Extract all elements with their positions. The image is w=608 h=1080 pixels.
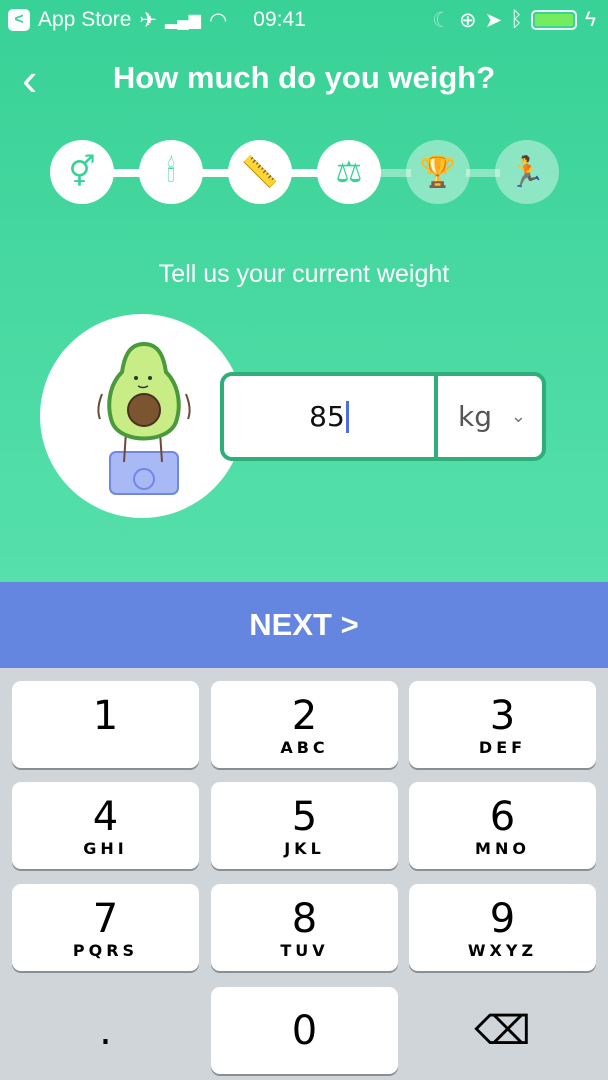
key-digit: 4 xyxy=(92,793,119,840)
rotation-lock-icon: ⊕ xyxy=(459,8,477,32)
chevron-down-icon: ⌄ xyxy=(510,406,526,427)
status-left: < App Store ✈ ▂▄▆ ◠ 09:41 xyxy=(8,6,306,34)
subtitle: Tell us your current weight xyxy=(158,260,450,288)
gender-icon: ⚥ xyxy=(50,140,114,204)
scale-icon: ⚖ xyxy=(317,140,381,204)
key-digit: 9 xyxy=(489,895,516,942)
backspace-key[interactable]: ⌫ xyxy=(409,987,596,1074)
key-letters: ABC xyxy=(280,737,329,757)
ruler-icon: 📏 xyxy=(228,140,292,204)
key-8[interactable]: 8 TUV xyxy=(211,884,398,971)
weight-input-group: 85 kg ⌄ xyxy=(220,372,546,461)
charging-icon: ϟ xyxy=(584,8,596,31)
key-digit: . xyxy=(99,1007,112,1054)
key-digit: 7 xyxy=(92,895,119,942)
status-right: ☾ ⊕ ➤ ᛒ ϟ xyxy=(432,6,596,34)
key-letters: JKL xyxy=(284,838,325,858)
bluetooth-icon: ᛒ xyxy=(510,8,523,31)
key-letters: MNO xyxy=(475,838,530,858)
airplane-icon: ✈ xyxy=(139,8,158,32)
key-letters: GHI xyxy=(83,838,128,858)
running-icon: 🏃 xyxy=(495,140,559,204)
key-5[interactable]: 5 JKL xyxy=(211,782,398,869)
key-7[interactable]: 7 PQRS xyxy=(12,884,199,971)
key-4[interactable]: 4 GHI xyxy=(12,782,199,869)
trophy-icon: 🏆 xyxy=(406,140,470,204)
key-letters: WXYZ xyxy=(467,940,538,960)
backspace-icon: ⌫ xyxy=(474,1007,531,1054)
key-digit: 0 xyxy=(291,1007,318,1054)
key-digit: 5 xyxy=(291,793,318,840)
wifi-icon: ◠ xyxy=(208,8,228,32)
weight-input[interactable]: 85 xyxy=(224,376,438,457)
candle-icon: 🕯 xyxy=(139,140,203,204)
key-digit: 3 xyxy=(489,692,516,739)
location-icon: ➤ xyxy=(484,8,503,32)
text-cursor xyxy=(345,400,349,433)
key-letters: PQRS xyxy=(72,940,139,960)
key-digit: 1 xyxy=(92,692,119,739)
key-letters: TUV xyxy=(280,940,329,960)
moon-icon: ☾ xyxy=(432,8,452,32)
back-app-label[interactable]: App Store xyxy=(38,8,131,32)
key-digit: 2 xyxy=(291,692,318,739)
unit-select[interactable]: kg ⌄ xyxy=(438,376,542,457)
key-2[interactable]: 2 ABC xyxy=(211,681,398,768)
key-6[interactable]: 6 MNO xyxy=(409,782,596,869)
avocado-illustration xyxy=(40,314,244,518)
key-digit: 8 xyxy=(291,895,318,942)
signal-icon: ▂▄▆ xyxy=(165,12,201,29)
weight-value: 85 xyxy=(309,400,345,433)
battery-icon xyxy=(530,10,577,30)
next-button[interactable]: NEXT > xyxy=(0,582,608,668)
key-1[interactable]: 1 xyxy=(12,681,199,768)
key-digit: 6 xyxy=(489,793,516,840)
back-to-app-icon[interactable]: < xyxy=(8,9,30,31)
key-letters: DEF xyxy=(478,737,527,757)
clock: 09:41 xyxy=(253,8,306,31)
progress-steps: ⚥ 🕯 📏 ⚖ 🏆 🏃 xyxy=(50,140,560,206)
key-9[interactable]: 9 WXYZ xyxy=(409,884,596,971)
key-dot[interactable]: . xyxy=(12,987,199,1074)
page-title: How much do you weigh? xyxy=(112,60,496,95)
onboarding-panel: < App Store ✈ ▂▄▆ ◠ 09:41 ☾ ⊕ ➤ ᛒ ϟ ‹ Ho… xyxy=(0,0,608,582)
unit-value: kg xyxy=(458,400,492,433)
key-0[interactable]: 0 xyxy=(211,987,398,1074)
key-3[interactable]: 3 DEF xyxy=(409,681,596,768)
